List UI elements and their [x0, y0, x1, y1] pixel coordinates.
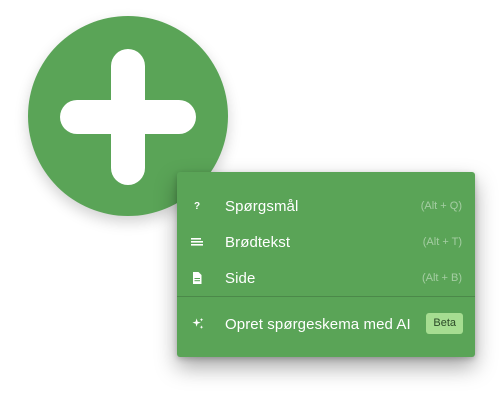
menu-item-question[interactable]: ? Spørgsmål (Alt + Q) — [177, 188, 475, 224]
menu-item-body-text[interactable]: Brødtekst (Alt + T) — [177, 224, 475, 260]
menu-item-page[interactable]: Side (Alt + B) — [177, 260, 475, 296]
text-lines-icon — [189, 234, 205, 250]
add-menu-items: ? Spørgsmål (Alt + Q) Brødtekst (Alt + T… — [177, 0, 475, 402]
svg-text:?: ? — [194, 201, 200, 212]
menu-item-create-survey-ai[interactable]: Opret spørgeskema med AI Beta — [177, 306, 475, 342]
page-icon — [189, 270, 205, 286]
sparkles-icon — [189, 316, 205, 332]
menu-item-label: Side — [225, 269, 256, 287]
menu-item-shortcut: (Alt + B) — [421, 272, 462, 284]
menu-item-shortcut: (Alt + Q) — [420, 200, 462, 212]
question-mark-icon: ? — [189, 198, 205, 214]
menu-item-label: Spørgsmål — [225, 197, 299, 215]
plus-icon-horizontal — [60, 100, 196, 134]
menu-item-label: Brødtekst — [225, 233, 291, 251]
stage: ? Spørgsmål (Alt + Q) Brødtekst (Alt + T… — [0, 0, 499, 402]
menu-item-shortcut: (Alt + T) — [422, 236, 462, 248]
menu-item-label: Opret spørgeskema med AI — [225, 315, 411, 333]
beta-badge: Beta — [426, 313, 463, 334]
